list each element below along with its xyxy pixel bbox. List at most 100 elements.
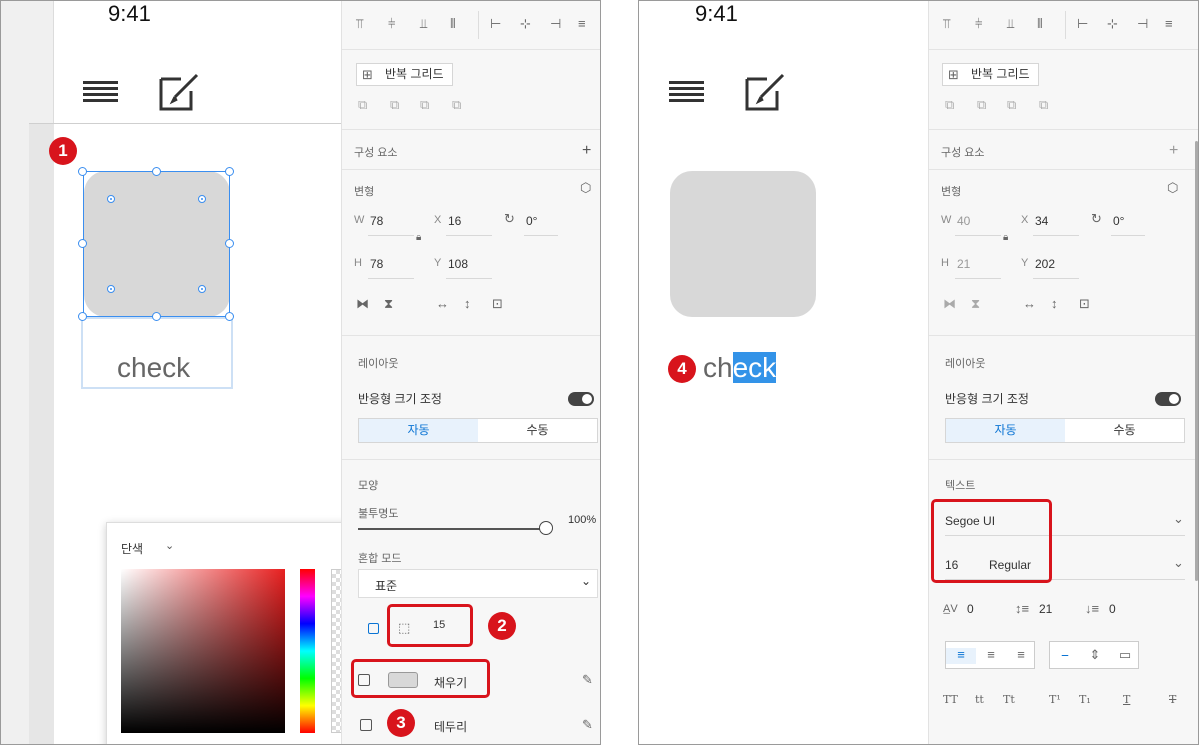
opacity-slider-track[interactable] <box>358 528 544 530</box>
resize-handle[interactable] <box>225 312 234 321</box>
corner-radius-checkbox[interactable] <box>368 623 379 634</box>
width-input[interactable]: 40 <box>957 214 970 228</box>
blend-mode-dropdown[interactable]: 표준 ⌄ <box>358 569 598 598</box>
fixed-width-icon[interactable]: ↔ <box>436 297 449 310</box>
opacity-slider-thumb[interactable] <box>539 521 553 535</box>
hue-slider[interactable] <box>300 569 315 733</box>
height-input[interactable]: 21 <box>957 257 970 271</box>
rotation-input[interactable]: 0° <box>1113 214 1124 228</box>
chevron-down-icon[interactable]: ⌄ <box>1173 512 1184 525</box>
align-bottom-icon[interactable]: ⫫ <box>420 17 427 30</box>
fixed-height-icon[interactable]: ↕ <box>464 297 471 310</box>
align-middle-icon[interactable]: ⫩ <box>388 17 395 30</box>
resize-handle[interactable] <box>152 312 161 321</box>
responsive-resize-toggle[interactable] <box>568 392 594 406</box>
flip-horizontal-icon[interactable]: ⧓ <box>943 297 956 310</box>
eyedropper-icon[interactable]: ✎ <box>582 673 593 686</box>
text-align-center-icon[interactable]: ≡ <box>976 648 1006 661</box>
line-spacing-input[interactable]: 21 <box>1039 602 1052 616</box>
check-text[interactable]: check <box>703 352 777 384</box>
distribute-vertical-icon[interactable]: ⦀ <box>1037 17 1043 30</box>
y-input[interactable]: 202 <box>1035 257 1055 271</box>
corner-radius-handle[interactable] <box>107 195 115 203</box>
fixed-width-icon[interactable]: ↔ <box>1023 297 1036 310</box>
text-align-right-icon[interactable]: ≡ <box>1006 648 1036 661</box>
auto-option[interactable]: 자동 <box>946 419 1065 442</box>
distribute-horizontal-icon[interactable]: ≡ <box>1165 17 1173 30</box>
boolean-add-icon[interactable]: ⧉ <box>945 98 954 111</box>
width-input[interactable]: 78 <box>370 214 383 228</box>
resize-handle[interactable] <box>78 312 87 321</box>
align-middle-icon[interactable]: ⫩ <box>975 17 982 30</box>
resize-handle[interactable] <box>152 167 161 176</box>
character-spacing-input[interactable]: 0 <box>967 602 974 616</box>
boolean-intersect-icon[interactable]: ⧉ <box>1007 98 1016 111</box>
auto-width-icon[interactable]: ⎯ <box>1050 648 1080 661</box>
3d-transform-icon[interactable]: ⬡ <box>1167 181 1178 194</box>
manual-option[interactable]: 수동 <box>1065 419 1184 442</box>
hamburger-menu-icon[interactable] <box>669 81 704 107</box>
align-right-icon[interactable]: ⊣ <box>1137 17 1148 30</box>
scrollbar-thumb[interactable] <box>1195 141 1198 581</box>
chevron-down-icon[interactable]: ⌄ <box>1173 556 1184 569</box>
boolean-subtract-icon[interactable]: ⧉ <box>977 98 986 111</box>
flip-vertical-icon[interactable]: ⧗ <box>384 297 393 310</box>
lock-proportions-icon[interactable]: 🔒︎ <box>1003 231 1008 244</box>
boolean-subtract-icon[interactable]: ⧉ <box>390 98 399 111</box>
align-left-icon[interactable]: ⊢ <box>1077 17 1088 30</box>
boolean-exclude-icon[interactable]: ⧉ <box>1039 98 1048 111</box>
responsive-resize-toggle[interactable] <box>1155 392 1181 406</box>
strikethrough-icon[interactable]: T <box>1169 693 1176 706</box>
edit-icon[interactable] <box>743 71 785 113</box>
align-top-icon[interactable]: ⫪ <box>356 17 363 30</box>
align-left-icon[interactable]: ⊢ <box>490 17 501 30</box>
resize-handle[interactable] <box>225 239 234 248</box>
underline-icon[interactable]: T <box>1123 693 1130 706</box>
resize-handle[interactable] <box>78 167 87 176</box>
border-checkbox[interactable] <box>360 719 372 731</box>
height-input[interactable]: 78 <box>370 257 383 271</box>
fixed-size-icon[interactable]: ▭ <box>1110 648 1140 661</box>
boolean-exclude-icon[interactable]: ⧉ <box>452 98 461 111</box>
text-align-left-icon[interactable]: ≡ <box>946 648 976 664</box>
fixed-height-icon[interactable]: ↕ <box>1051 297 1058 310</box>
hamburger-menu-icon[interactable] <box>83 81 118 107</box>
flip-vertical-icon[interactable]: ⧗ <box>971 297 980 310</box>
add-component-icon[interactable]: + <box>1169 143 1178 159</box>
align-center-icon[interactable]: ⊹ <box>1107 17 1118 30</box>
resize-handle[interactable] <box>78 239 87 248</box>
flip-horizontal-icon[interactable]: ⧓ <box>356 297 369 310</box>
distribute-vertical-icon[interactable]: ⦀ <box>450 17 456 30</box>
rounded-rectangle-shape[interactable] <box>670 171 816 317</box>
paragraph-spacing-input[interactable]: 0 <box>1109 602 1116 616</box>
distribute-horizontal-icon[interactable]: ≡ <box>578 17 586 30</box>
align-bottom-icon[interactable]: ⫫ <box>1007 17 1014 30</box>
lock-proportions-icon[interactable]: 🔒︎ <box>416 231 421 244</box>
uppercase-icon[interactable]: TT <box>943 693 958 706</box>
boolean-add-icon[interactable]: ⧉ <box>358 98 367 111</box>
eyedropper-icon[interactable]: ✎ <box>582 718 593 731</box>
opacity-value[interactable]: 100% <box>568 514 596 526</box>
rotation-input[interactable]: 0° <box>526 214 537 228</box>
add-component-icon[interactable]: + <box>582 143 591 159</box>
align-center-icon[interactable]: ⊹ <box>520 17 531 30</box>
titlecase-icon[interactable]: Tt <box>1003 693 1015 706</box>
lowercase-icon[interactable]: tt <box>975 693 984 706</box>
color-saturation-area[interactable] <box>121 569 285 733</box>
x-input[interactable]: 34 <box>1035 214 1048 228</box>
color-mode-label[interactable]: 단색 <box>121 540 143 557</box>
manual-option[interactable]: 수동 <box>478 419 597 442</box>
corner-radius-handle[interactable] <box>198 195 206 203</box>
resize-handle[interactable] <box>225 167 234 176</box>
boolean-intersect-icon[interactable]: ⧉ <box>420 98 429 111</box>
corner-radius-handle[interactable] <box>198 285 206 293</box>
superscript-icon[interactable]: T¹ <box>1049 693 1061 706</box>
chevron-down-icon[interactable]: ⌄ <box>165 539 174 552</box>
auto-height-icon[interactable]: ⇕ <box>1080 648 1110 661</box>
auto-option[interactable]: 자동 <box>359 419 478 442</box>
align-top-icon[interactable]: ⫪ <box>943 17 950 30</box>
check-text[interactable]: check <box>117 352 190 384</box>
edit-icon[interactable] <box>157 71 199 113</box>
pin-icon[interactable]: ⊡ <box>492 297 503 310</box>
x-input[interactable]: 16 <box>448 214 461 228</box>
